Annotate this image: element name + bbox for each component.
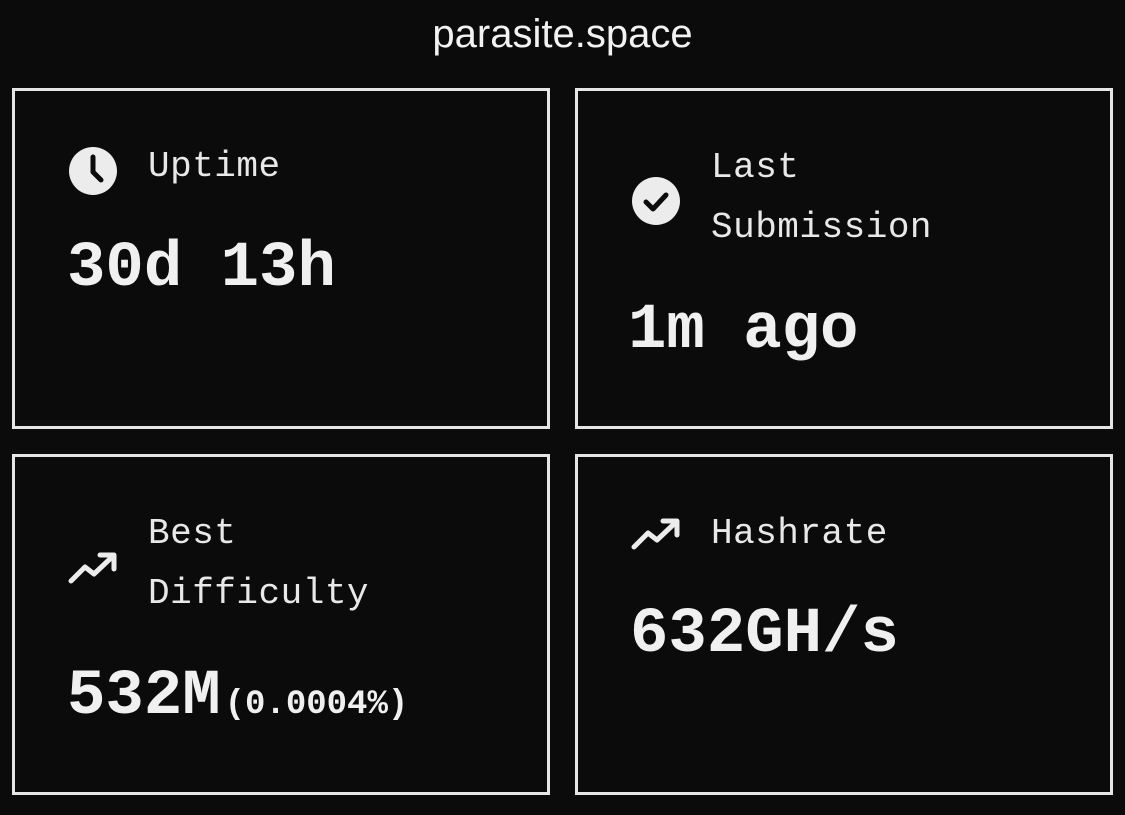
best-difficulty-value: 532M (0.0004%) bbox=[67, 661, 408, 741]
best-difficulty-percent: (0.0004%) bbox=[224, 686, 409, 724]
trending-up-icon bbox=[67, 541, 119, 593]
clock-icon bbox=[67, 145, 119, 197]
uptime-label: Uptime bbox=[148, 146, 281, 187]
uptime-value: 30d 13h bbox=[67, 233, 336, 305]
check-circle-icon bbox=[630, 175, 682, 227]
best-difficulty-number: 532M bbox=[67, 661, 221, 733]
last-submission-card: Last Submission 1m ago bbox=[575, 88, 1113, 429]
best-difficulty-card: Best Difficulty 532M (0.0004%) bbox=[12, 454, 550, 795]
hashrate-value: 632GH/s bbox=[630, 599, 899, 671]
hashrate-card: Hashrate 632GH/s bbox=[575, 454, 1113, 795]
last-submission-value: 1m ago bbox=[628, 295, 859, 367]
best-difficulty-label: Best Difficulty bbox=[148, 513, 370, 614]
page-title: parasite.space bbox=[432, 12, 693, 56]
uptime-card: Uptime 30d 13h bbox=[12, 88, 550, 429]
last-submission-label: Last Submission bbox=[711, 147, 933, 248]
trending-up-icon bbox=[630, 507, 682, 559]
hashrate-label: Hashrate bbox=[711, 513, 888, 554]
